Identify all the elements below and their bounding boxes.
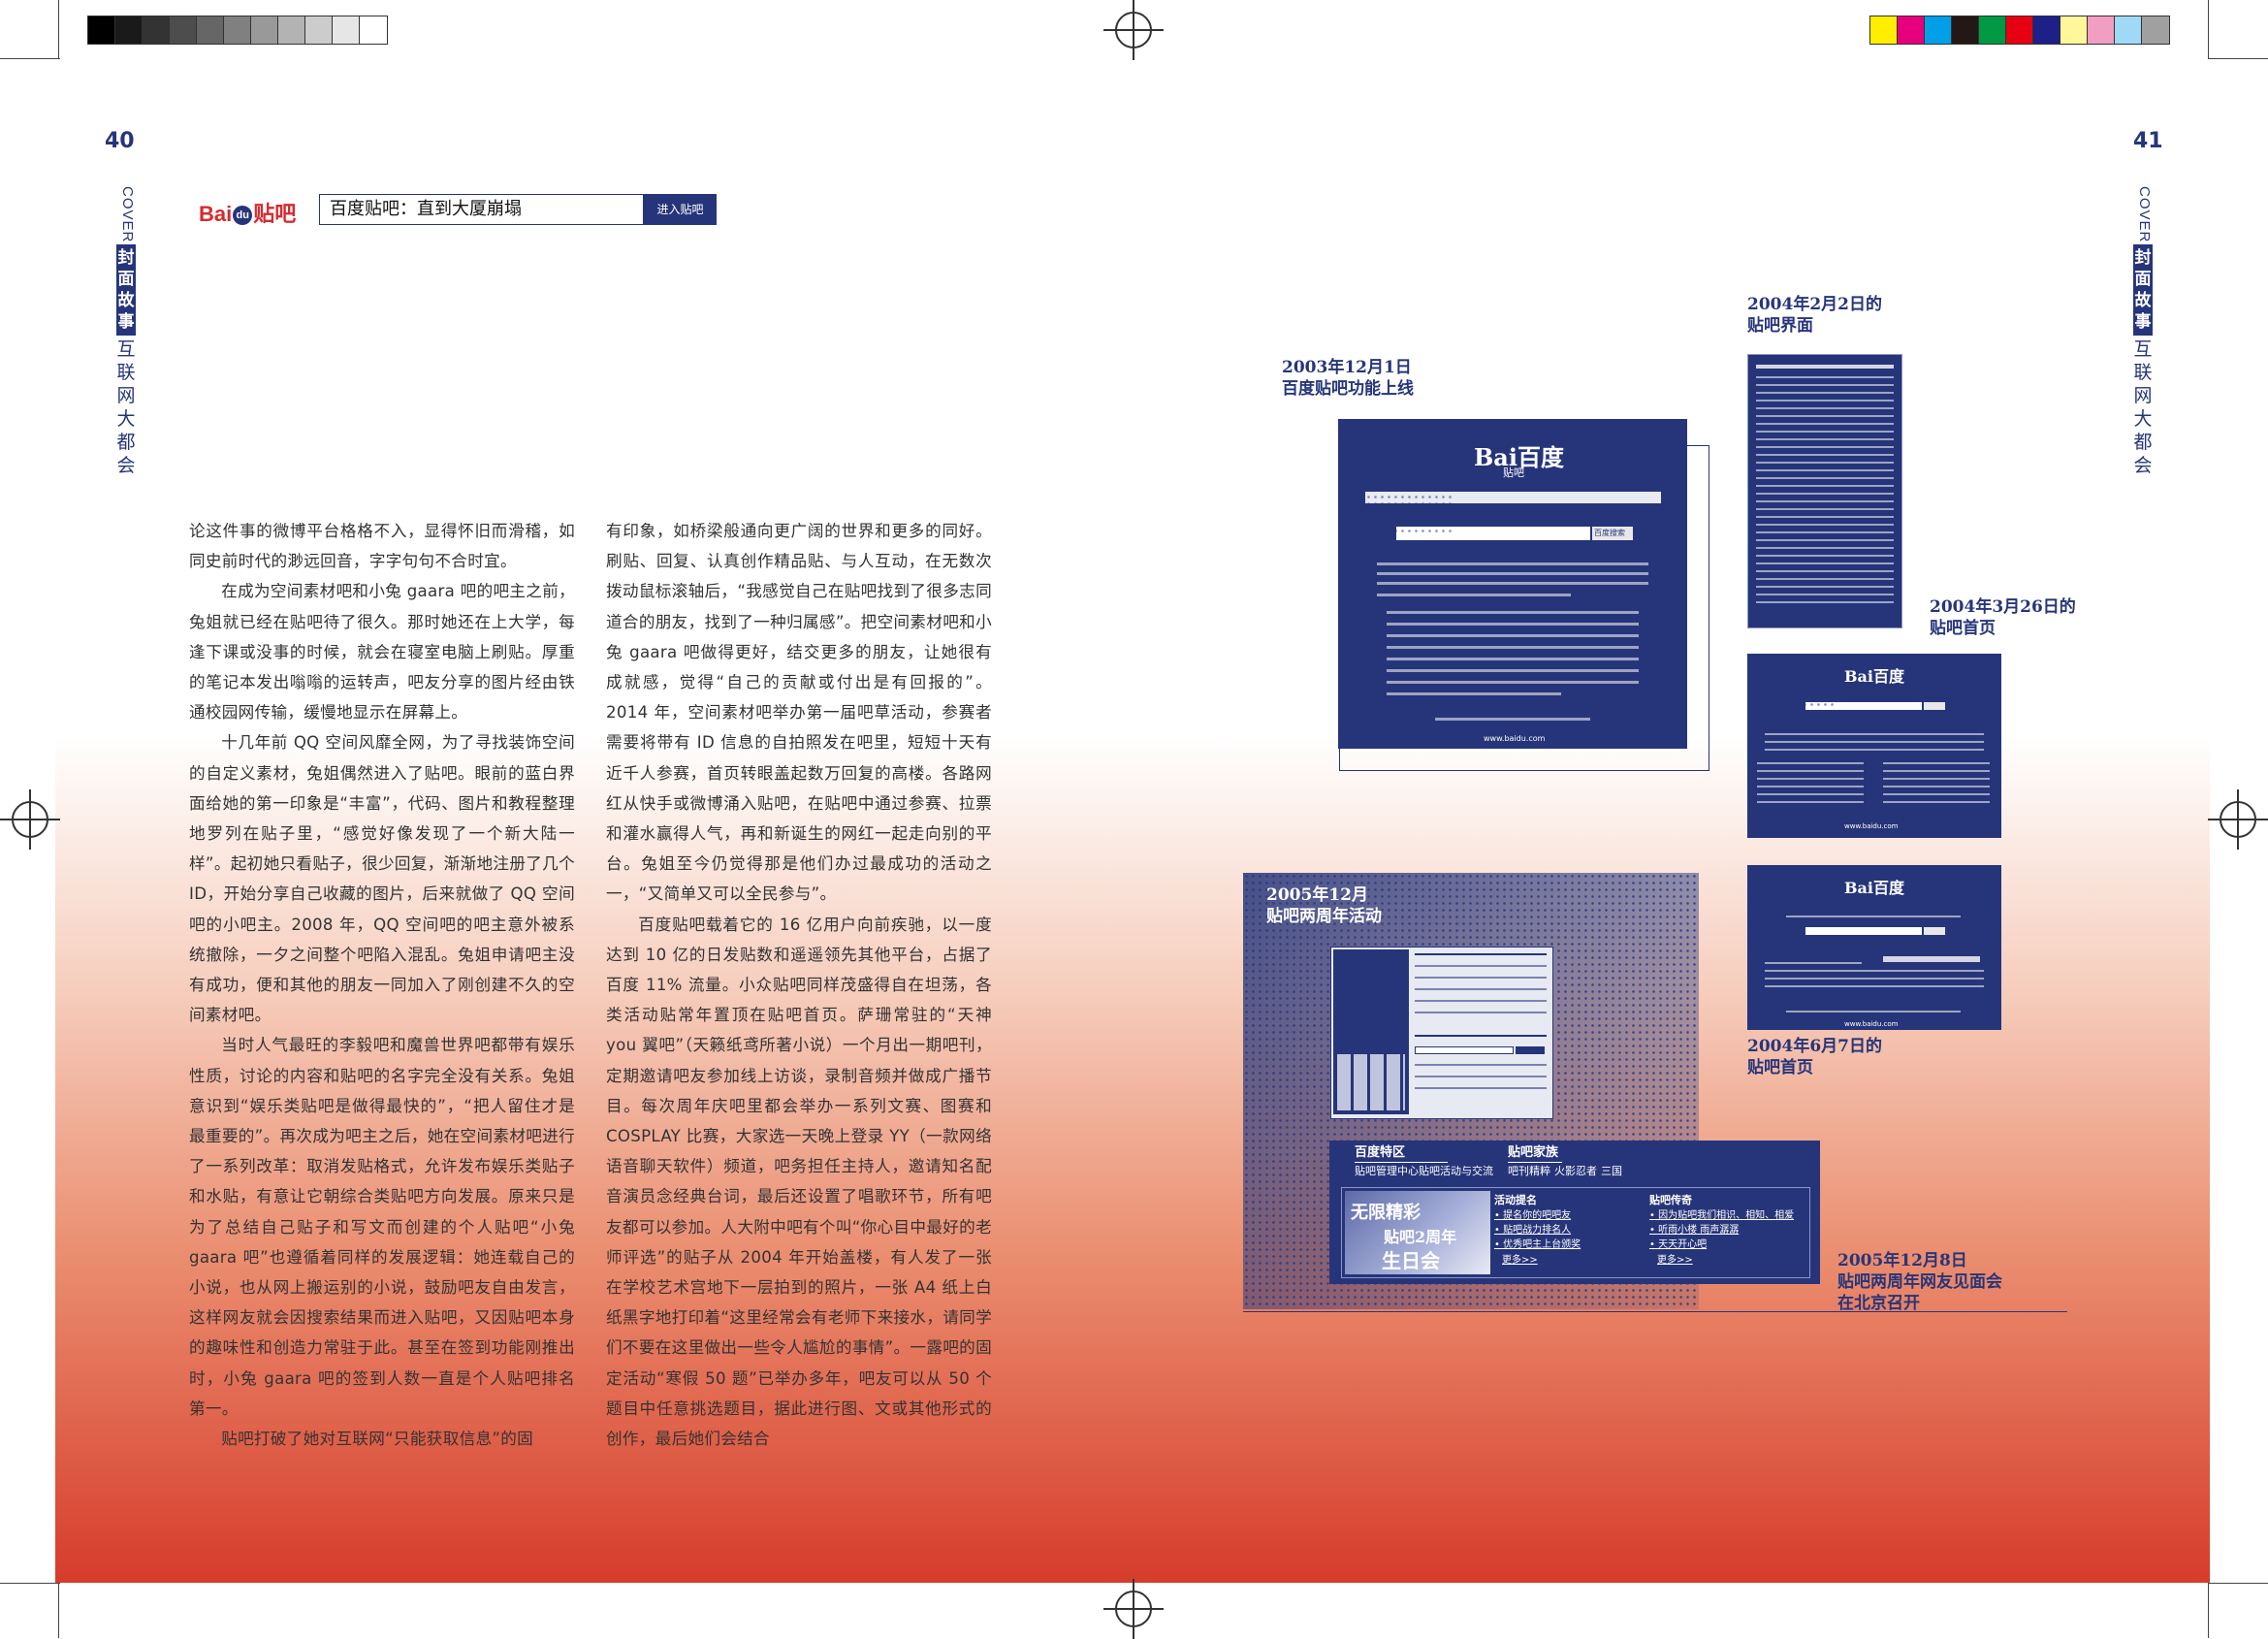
crop-mark — [2208, 1583, 2209, 1638]
screenshot-2004-0607-tieba: Bai百度 www.baidu.com — [1747, 865, 2001, 1030]
color-swatch — [115, 16, 143, 44]
section-tag-left: 封面故事 — [116, 244, 136, 336]
color-swatch — [2088, 16, 2115, 44]
paw-icon: du — [233, 206, 253, 226]
article-paragraph: 论这件事的微博平台格格不入，显得怀旧而滑稽，如同史前时代的渺远回音，字字句句不合… — [189, 522, 575, 571]
more-link[interactable]: 更多>> — [1502, 1253, 1538, 1269]
news-item[interactable]: • 听雨小楼 雨声潺潺 — [1649, 1223, 1739, 1238]
news-item[interactable]: • 天天开心吧 — [1649, 1237, 1707, 1253]
grayscale-bar — [87, 16, 388, 45]
color-swatch — [2060, 16, 2088, 44]
article-paragraph: 十几年前 QQ 空间风靡全网，为了寻找装饰空间的自定义素材，兔姐偶然进入了贴吧。… — [189, 733, 575, 1025]
color-swatch — [1925, 16, 1952, 44]
color-swatch — [2033, 16, 2060, 44]
halftone-texture — [1747, 654, 1835, 741]
color-bar — [1869, 16, 2170, 45]
news-item[interactable]: • 因为贴吧我们相识、相知、相爱 — [1649, 1208, 1794, 1224]
registration-mark — [0, 789, 60, 850]
color-swatch — [1979, 16, 2006, 44]
enter-tieba-button[interactable]: 进入贴吧 — [644, 194, 717, 225]
crop-mark — [0, 58, 60, 59]
caption-2004-0202: 2004年2月2日的 贴吧界面 — [1747, 295, 1882, 336]
section-label-right: COVER — [2136, 186, 2153, 243]
link-tieba-admin[interactable]: 贴吧管理中心 — [1355, 1164, 1419, 1179]
link-tieba-activity[interactable]: 贴吧活动与交流 — [1419, 1164, 1493, 1179]
article-paragraph: 百度贴吧载着它的 16 亿用户向前疾驰，以一度达到 10 亿的日发贴数和遥遥领先… — [606, 915, 992, 1449]
color-swatch — [2115, 16, 2142, 44]
screenshot-2004-0202-tieba — [1747, 354, 1902, 628]
registration-mark — [1103, 0, 1164, 60]
link-sanguo[interactable]: 三国 — [1601, 1164, 1622, 1179]
color-swatch — [1898, 16, 1925, 44]
halftone-texture — [1338, 419, 1454, 535]
color-swatch — [305, 16, 333, 44]
crop-mark — [2208, 58, 2268, 59]
color-swatch — [251, 16, 278, 44]
color-swatch — [1952, 16, 1979, 44]
baidu-tieba-logo: Bai du 贴吧 — [199, 202, 297, 226]
registration-mark — [1103, 1579, 1164, 1639]
caption-2005-12: 2005年12月 贴吧两周年活动 — [1266, 885, 1382, 926]
article-paragraph: 有印象，如桥梁般通向更广阔的世界和更多的同好。刷贴、回复、认真创作精品贴、与人互… — [606, 522, 992, 904]
crop-mark — [2208, 0, 2209, 58]
section-tag-right: 封面故事 — [2133, 244, 2153, 336]
crop-mark — [58, 0, 59, 58]
anniversary-banner: 百度特区 贴吧家族 贴吧管理中心 贴吧活动与交流 吧刊精粹 火影忍者 三国 无限… — [1329, 1141, 1820, 1284]
link-bakan[interactable]: 吧刊精粹 — [1508, 1164, 1550, 1179]
section-title-left: 互联网大都会 — [116, 338, 136, 476]
article-title-box: 百度贴吧：直到大厦崩塌 — [319, 194, 644, 225]
activity-item[interactable]: • 优秀吧主上台颁奖 — [1494, 1237, 1581, 1253]
caption-2003: 2003年12月1日 百度贴吧功能上线 — [1282, 358, 1414, 399]
section-label-left: COVER — [119, 186, 136, 243]
caption-2004-0326: 2004年3月26日的 贴吧首页 — [1930, 597, 2076, 638]
screenshot-2005-anniversary — [1330, 947, 1553, 1119]
caption-2004-0607: 2004年6月7日的 贴吧首页 — [1747, 1037, 1882, 1077]
crop-mark — [0, 1583, 60, 1584]
color-swatch — [1870, 16, 1898, 44]
color-swatch — [278, 16, 305, 44]
section-title-right: 互联网大都会 — [2133, 338, 2153, 476]
link-naruto[interactable]: 火影忍者 — [1554, 1164, 1597, 1179]
anniversary-image: 无限精彩 贴吧2周年 生日会 — [1345, 1191, 1490, 1274]
article-column-1: 论这件事的微博平台格格不入，显得怀旧而滑稽，如同史前时代的渺远回音，字字句句不合… — [189, 516, 575, 1454]
registration-mark — [2208, 789, 2268, 850]
article-paragraph: 当时人气最旺的李毅吧和魔兽世界吧都带有娱乐性质，讨论的内容和贴吧的名字完全没有关… — [189, 1036, 575, 1418]
crop-mark — [2208, 1583, 2268, 1584]
color-swatch — [88, 16, 115, 44]
right-page-number: 41 — [2133, 129, 2163, 153]
crop-mark — [58, 1583, 59, 1638]
article-paragraph: 贴吧打破了她对互联网“只能获取信息”的固 — [221, 1430, 534, 1449]
color-swatch — [2006, 16, 2033, 44]
color-swatch — [170, 16, 197, 44]
color-swatch — [333, 16, 360, 44]
color-swatch — [2142, 16, 2169, 44]
color-swatch — [143, 16, 170, 44]
left-page-number: 40 — [105, 129, 135, 153]
color-swatch — [360, 16, 387, 44]
more-link[interactable]: 更多>> — [1657, 1253, 1693, 1269]
color-swatch — [197, 16, 224, 44]
activity-item[interactable]: • 提名你的吧吧友 — [1494, 1208, 1571, 1224]
color-swatch — [224, 16, 251, 44]
article-column-2: 有印象，如桥梁般通向更广阔的世界和更多的同好。刷贴、回复、认真创作精品贴、与人互… — [606, 516, 992, 1454]
activity-item[interactable]: • 贴吧战力排名人 — [1494, 1223, 1571, 1238]
article-paragraph: 在成为空间素材吧和小兔 gaara 吧的吧主之前，兔姐就已经在贴吧待了很久。那时… — [189, 582, 575, 723]
caption-2005-1208: 2005年12月8日 贴吧两周年网友见面会 在北京召开 — [1837, 1251, 2002, 1313]
